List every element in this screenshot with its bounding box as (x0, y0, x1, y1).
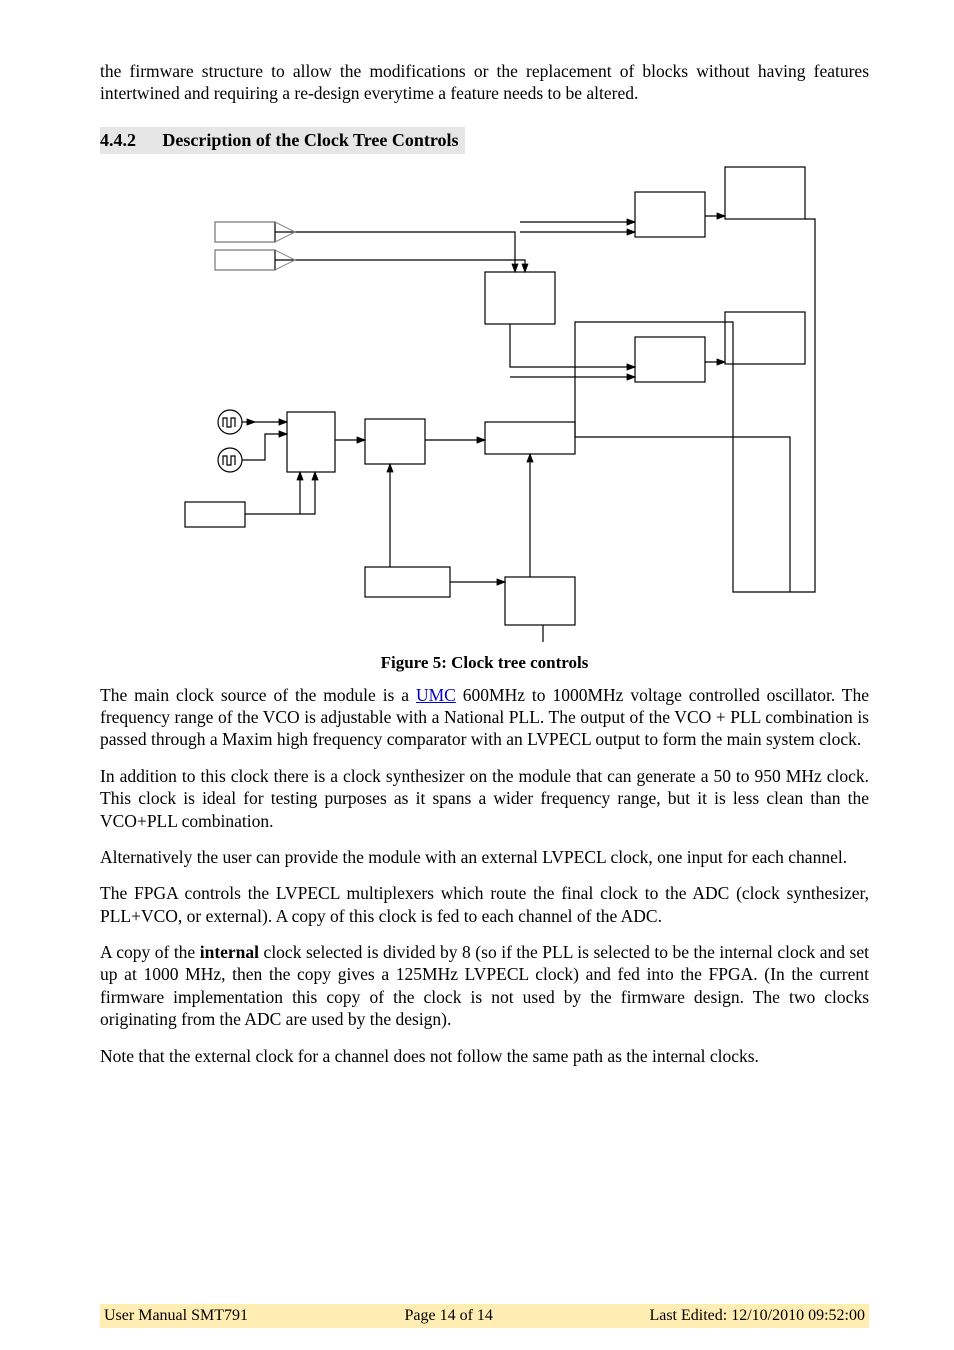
paragraph-1: The main clock source of the module is a… (100, 684, 869, 751)
footer-right: Last Edited: 12/10/2010 09:52:00 (649, 1307, 865, 1325)
page-footer: User Manual SMT791 Page 14 of 14 Last Ed… (100, 1304, 869, 1328)
section-number: 4.4.2 (100, 129, 158, 152)
p1-a: The main clock source of the module is a (100, 685, 416, 705)
clock-tree-figure (100, 162, 869, 642)
section-title: Description of the Clock Tree Controls (162, 130, 458, 150)
p5-a: A copy of the (100, 942, 200, 962)
paragraph-6: Note that the external clock for a chann… (100, 1045, 869, 1067)
paragraph-2: In addition to this clock there is a clo… (100, 765, 869, 832)
footer-left: User Manual SMT791 (104, 1307, 248, 1325)
paragraph-3: Alternatively the user can provide the m… (100, 846, 869, 868)
paragraph-4: The FPGA controls the LVPECL multiplexer… (100, 882, 869, 927)
footer-center: Page 14 of 14 (405, 1307, 493, 1325)
umc-link[interactable]: UMC (416, 685, 456, 705)
paragraph-5: A copy of the internal clock selected is… (100, 941, 869, 1031)
p5-bold: internal (200, 942, 259, 962)
section-heading: 4.4.2 Description of the Clock Tree Cont… (100, 127, 869, 154)
intro-paragraph: the firmware structure to allow the modi… (100, 60, 869, 105)
figure-caption: Figure 5: Clock tree controls (100, 652, 869, 674)
